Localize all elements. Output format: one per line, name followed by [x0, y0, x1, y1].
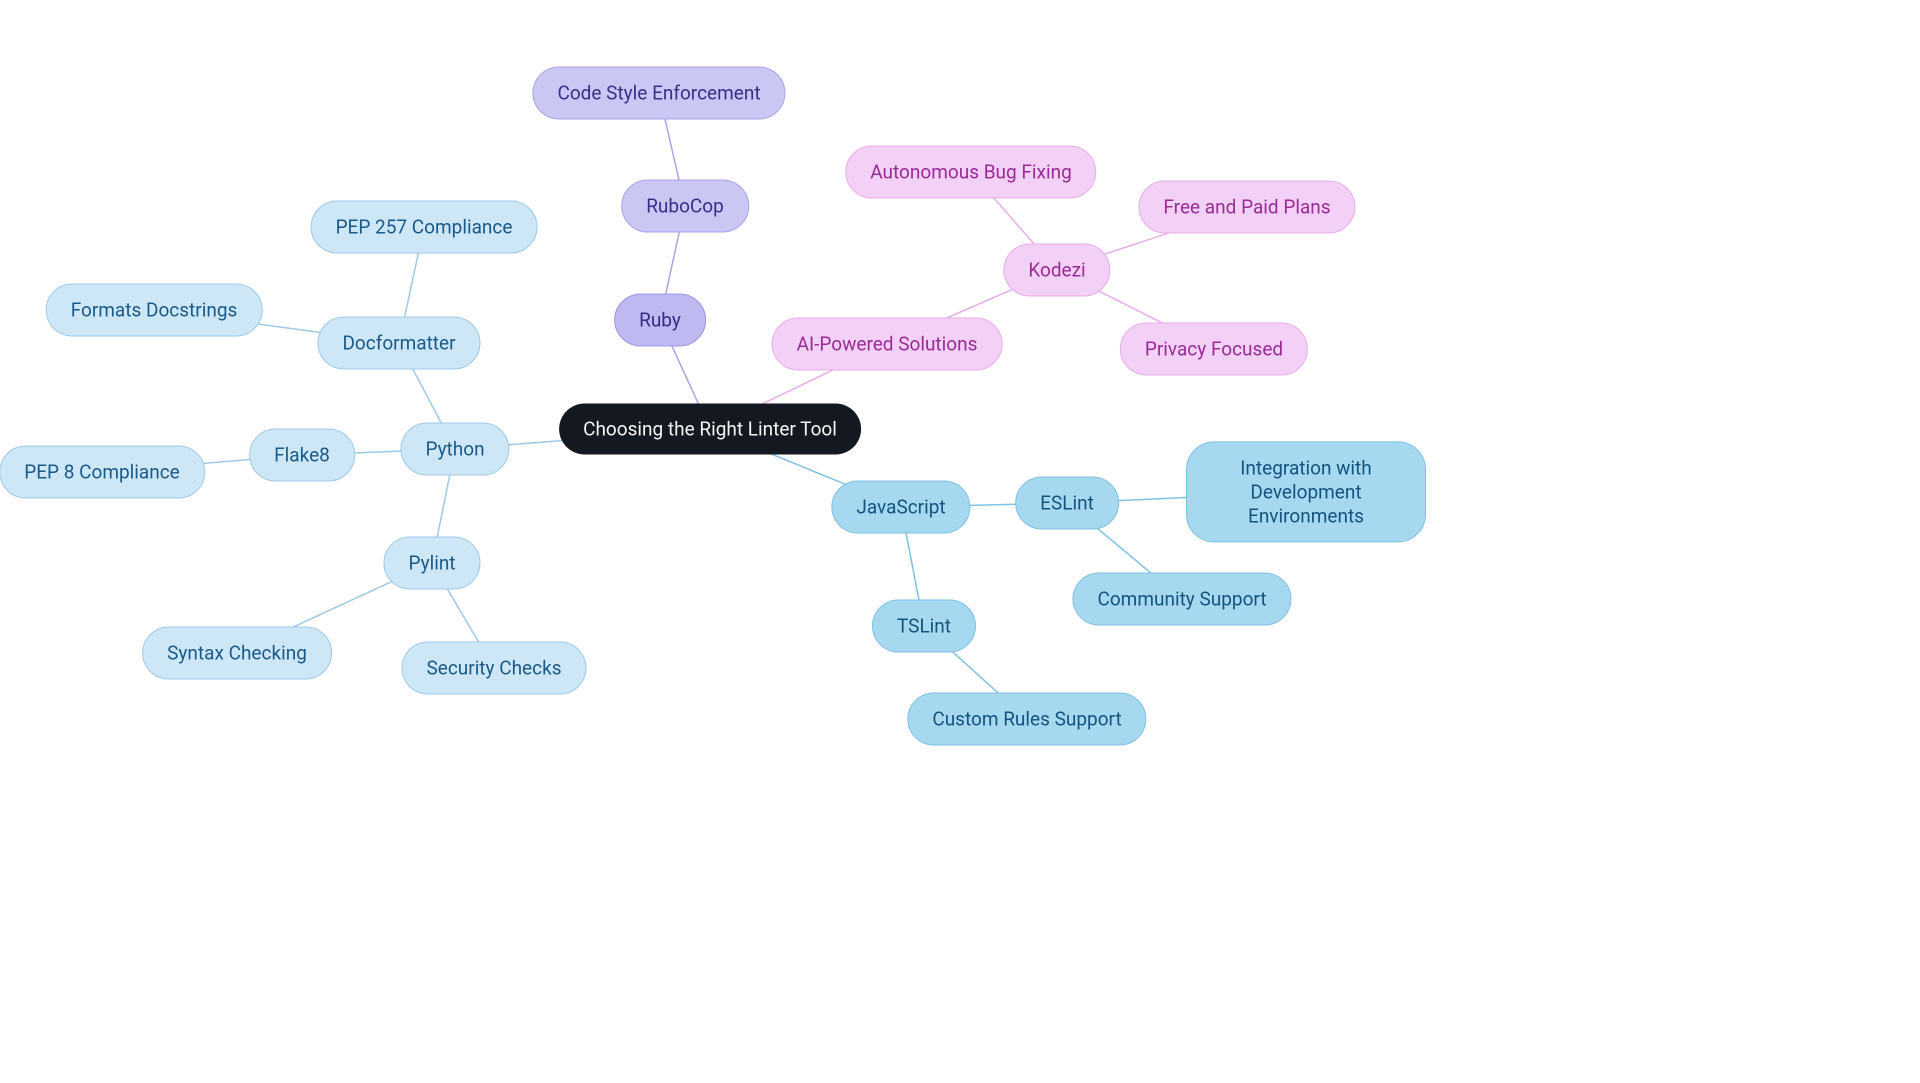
node-bug-fixing: Autonomous Bug Fixing [845, 146, 1096, 199]
node-eslint: ESLint [1015, 477, 1119, 530]
node-community: Community Support [1072, 573, 1291, 626]
node-pylint: Pylint [383, 537, 480, 590]
node-plans: Free and Paid Plans [1138, 181, 1355, 234]
node-pep8: PEP 8 Compliance [0, 446, 205, 499]
node-javascript: JavaScript [831, 481, 970, 534]
node-flake8: Flake8 [249, 429, 355, 482]
node-code-style: Code Style Enforcement [532, 67, 785, 120]
node-pep257: PEP 257 Compliance [311, 201, 538, 254]
node-ai-solutions: AI-Powered Solutions [772, 318, 1003, 371]
node-privacy: Privacy Focused [1120, 323, 1308, 376]
node-integration: Integration with Development Environment… [1186, 441, 1426, 542]
node-tslint: TSLint [872, 600, 976, 653]
node-formats-docstrings: Formats Docstrings [46, 284, 263, 337]
node-root: Choosing the Right Linter Tool [559, 404, 861, 455]
node-security-checks: Security Checks [401, 642, 586, 695]
node-syntax-checking: Syntax Checking [142, 627, 332, 680]
node-rubocop: RuboCop [621, 180, 749, 233]
node-python: Python [400, 423, 509, 476]
node-kodezi: Kodezi [1003, 244, 1110, 297]
node-custom-rules: Custom Rules Support [907, 693, 1146, 746]
node-docformatter: Docformatter [317, 317, 480, 370]
node-ruby: Ruby [614, 294, 706, 347]
